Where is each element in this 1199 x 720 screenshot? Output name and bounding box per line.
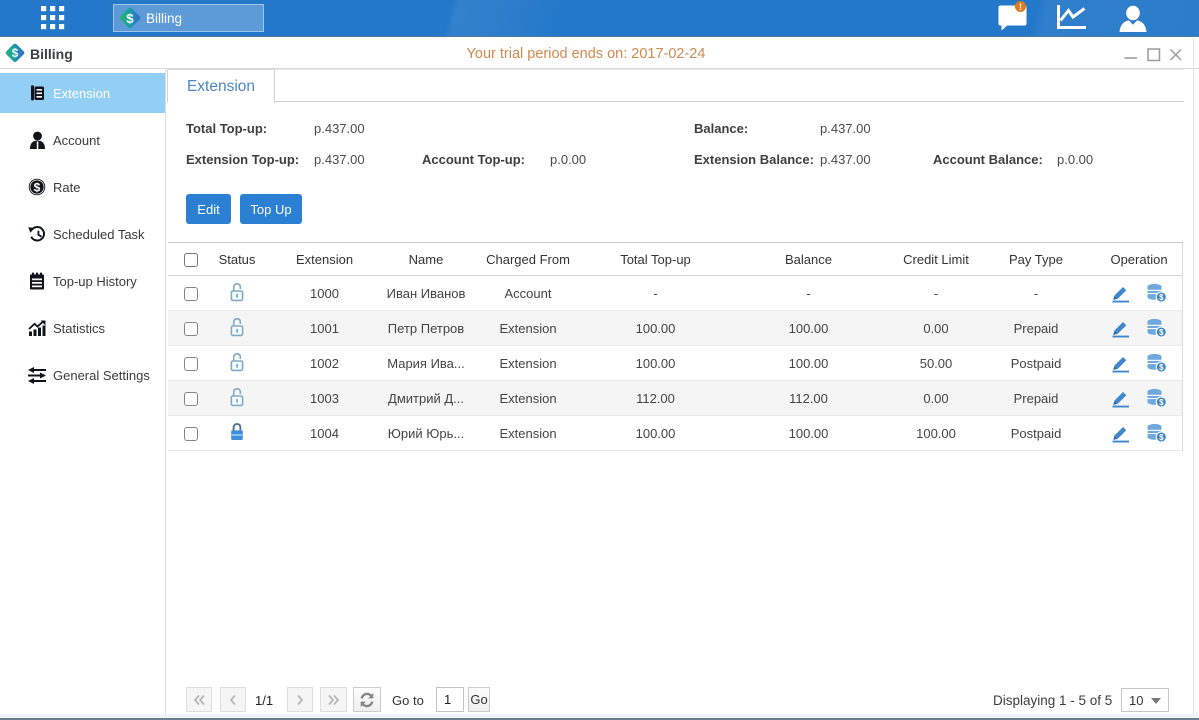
svg-text:$: $ (1159, 363, 1164, 372)
svg-text:$: $ (126, 11, 134, 26)
svg-text:$: $ (34, 180, 41, 194)
svg-text:$: $ (12, 47, 19, 60)
svg-text:$: $ (1159, 293, 1164, 302)
svg-text:$: $ (1159, 328, 1164, 337)
svg-text:$: $ (1159, 433, 1164, 442)
svg-text:$: $ (1159, 398, 1164, 407)
svg-text:!: ! (1019, 2, 1022, 12)
